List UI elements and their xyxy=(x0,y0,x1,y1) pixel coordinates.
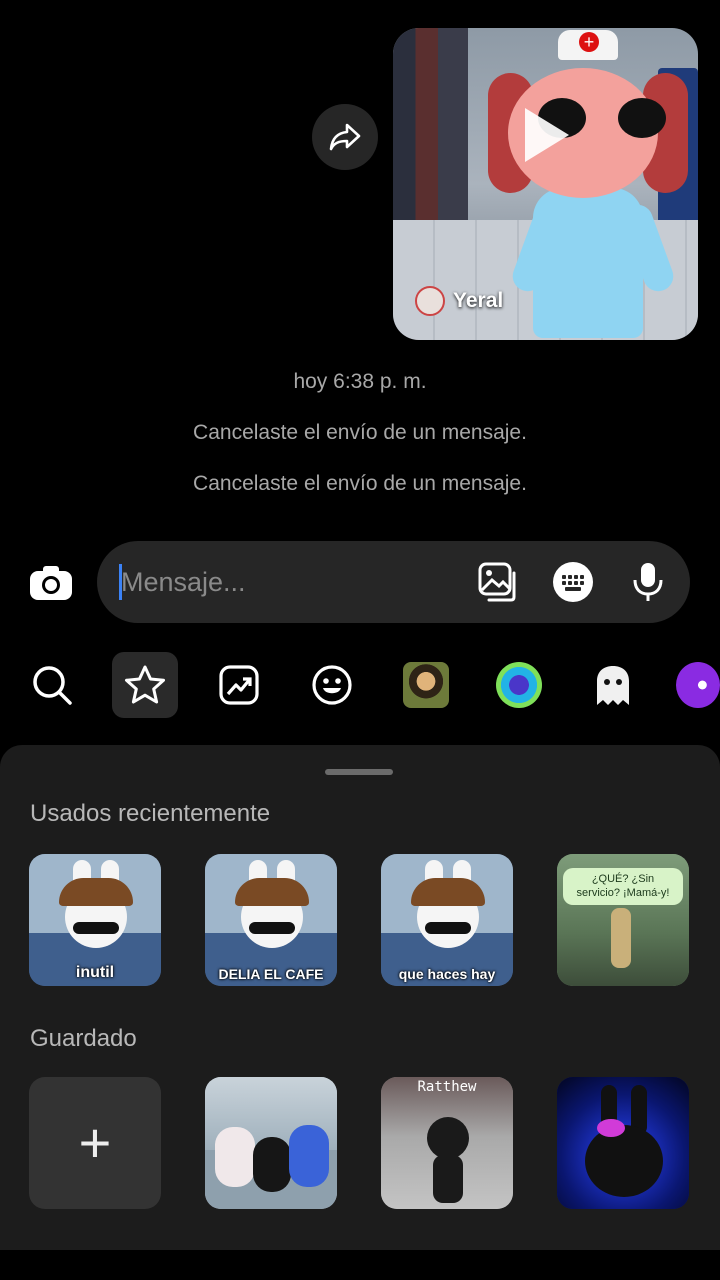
purple-sticker xyxy=(676,662,720,708)
share-arrow-icon xyxy=(329,123,361,151)
sticker-tray-tabs xyxy=(0,652,720,722)
sticker-caption: que haces hay xyxy=(398,966,496,982)
bunny-head xyxy=(585,1125,663,1197)
bunny-mustache xyxy=(73,922,119,934)
sticker-character xyxy=(433,1155,463,1203)
reel-character-nurse-cap xyxy=(558,30,618,60)
voice-button[interactable] xyxy=(627,561,669,603)
saved-sticker[interactable] xyxy=(557,1077,689,1209)
emoji-icon xyxy=(312,665,352,705)
sticker-caption: Ratthew xyxy=(417,1079,477,1095)
tab-favorites[interactable] xyxy=(112,652,178,718)
sticker-speech-bubble: ¿QUÉ? ¿Sin servicio? ¡Mamá-y! xyxy=(563,868,683,905)
bunny-hat xyxy=(235,878,309,906)
reel-author[interactable]: Yeral xyxy=(415,286,503,316)
message-input[interactable] xyxy=(121,559,441,605)
tab-trending[interactable] xyxy=(206,652,272,718)
sticker-sheet: Usados recientemente inutil DELIA EL CAF… xyxy=(0,745,720,1250)
sticker-character xyxy=(215,1127,255,1187)
add-sticker-button[interactable]: + xyxy=(29,1077,161,1209)
recent-sticker[interactable]: que haces hay xyxy=(381,854,513,986)
share-button[interactable] xyxy=(312,104,378,170)
sticker-caption: DELIA EL CAFE xyxy=(218,966,324,982)
plus-icon: + xyxy=(78,1111,112,1174)
recent-sticker[interactable]: ¿QUÉ? ¿Sin servicio? ¡Mamá-y! xyxy=(557,854,689,986)
tab-purple-pack[interactable] xyxy=(676,652,720,718)
sticker-caption: inutil xyxy=(75,964,115,981)
recent-sticker[interactable]: inutil xyxy=(29,854,161,986)
system-bottom-bar xyxy=(0,1250,720,1280)
mona-lisa-sticker xyxy=(403,662,449,708)
bunny-mustache xyxy=(249,922,295,934)
sticker-character xyxy=(427,1117,469,1159)
sticker-character xyxy=(289,1125,329,1187)
sticker-character xyxy=(253,1137,291,1192)
saved-sticker[interactable] xyxy=(205,1077,337,1209)
recent-section-title: Usados recientemente xyxy=(30,800,271,827)
unsent-notice: Cancelaste el envío de un mensaje. xyxy=(193,421,527,444)
bunny-hat xyxy=(411,878,485,906)
saved-section-title: Guardado xyxy=(30,1025,137,1052)
reel-author-name: Yeral xyxy=(453,289,504,312)
sticker-keyboard-button[interactable] xyxy=(552,561,594,603)
play-icon[interactable] xyxy=(525,108,569,162)
search-icon xyxy=(33,666,72,705)
reel-character-eye xyxy=(618,98,666,138)
sheet-drag-handle[interactable] xyxy=(325,769,393,775)
avatar xyxy=(415,286,445,316)
microphone-icon xyxy=(633,563,663,601)
bow-icon xyxy=(597,1119,625,1137)
tab-mona-lisa-pack[interactable] xyxy=(393,652,459,718)
ghost-icon xyxy=(597,666,629,705)
tab-search[interactable] xyxy=(19,652,85,718)
tab-ghost-pack[interactable] xyxy=(580,652,646,718)
reel-message[interactable]: Yeral xyxy=(393,28,698,340)
camera-button[interactable] xyxy=(28,560,74,606)
star-icon xyxy=(125,665,165,704)
reel-character-body xyxy=(533,188,643,338)
bunny-mustache xyxy=(425,922,471,934)
unsent-notice: Cancelaste el envío de un mensaje. xyxy=(193,472,527,495)
tab-emoji[interactable] xyxy=(299,652,365,718)
sticker-character xyxy=(611,908,631,968)
blob-sticker xyxy=(496,662,542,708)
gallery-button[interactable] xyxy=(477,561,519,603)
keyboard-icon xyxy=(553,562,593,602)
message-timestamp: hoy 6:38 p. m. xyxy=(293,370,427,393)
camera-icon xyxy=(30,566,72,600)
trending-icon xyxy=(219,665,259,705)
gallery-icon xyxy=(478,562,516,602)
saved-sticker[interactable]: Ratthew xyxy=(381,1077,513,1209)
bunny-hat xyxy=(59,878,133,906)
message-composer[interactable] xyxy=(97,541,690,623)
tab-blob-pack[interactable] xyxy=(486,652,552,718)
recent-sticker[interactable]: DELIA EL CAFE xyxy=(205,854,337,986)
